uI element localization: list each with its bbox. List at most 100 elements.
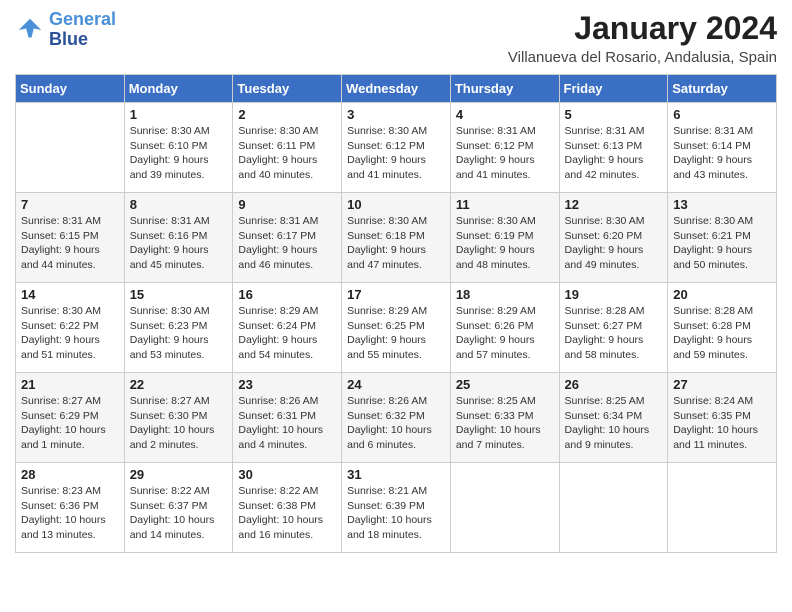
calendar-cell: 13 Sunrise: 8:30 AMSunset: 6:21 PMDayligh… (668, 193, 777, 283)
calendar-cell: 4 Sunrise: 8:31 AMSunset: 6:12 PMDaylight… (450, 103, 559, 193)
calendar-cell: 5 Sunrise: 8:31 AMSunset: 6:13 PMDaylight… (559, 103, 668, 193)
calendar-cell: 30 Sunrise: 8:22 AMSunset: 6:38 PMDayligh… (233, 463, 342, 553)
cell-info: Sunrise: 8:30 AMSunset: 6:22 PMDaylight:… (21, 304, 119, 363)
day-number: 26 (565, 377, 663, 392)
calendar-cell: 14 Sunrise: 8:30 AMSunset: 6:22 PMDayligh… (16, 283, 125, 373)
calendar-cell: 31 Sunrise: 8:21 AMSunset: 6:39 PMDayligh… (342, 463, 451, 553)
logo-icon (15, 15, 45, 45)
day-number: 9 (238, 197, 336, 212)
col-tuesday: Tuesday (233, 75, 342, 103)
day-number: 21 (21, 377, 119, 392)
calendar-cell: 8 Sunrise: 8:31 AMSunset: 6:16 PMDaylight… (124, 193, 233, 283)
day-number: 8 (130, 197, 228, 212)
calendar-cell: 24 Sunrise: 8:26 AMSunset: 6:32 PMDayligh… (342, 373, 451, 463)
cell-info: Sunrise: 8:31 AMSunset: 6:14 PMDaylight:… (673, 124, 771, 183)
day-number: 11 (456, 197, 554, 212)
cell-info: Sunrise: 8:30 AMSunset: 6:18 PMDaylight:… (347, 214, 445, 273)
calendar-cell: 15 Sunrise: 8:30 AMSunset: 6:23 PMDayligh… (124, 283, 233, 373)
title-block: January 2024 Villanueva del Rosario, And… (508, 10, 777, 66)
calendar-week-1: 1 Sunrise: 8:30 AMSunset: 6:10 PMDaylight… (16, 103, 777, 193)
day-number: 22 (130, 377, 228, 392)
day-number: 30 (238, 467, 336, 482)
logo: General Blue (15, 10, 116, 50)
day-number: 7 (21, 197, 119, 212)
calendar-cell: 6 Sunrise: 8:31 AMSunset: 6:14 PMDaylight… (668, 103, 777, 193)
cell-info: Sunrise: 8:25 AMSunset: 6:34 PMDaylight:… (565, 394, 663, 453)
day-number: 6 (673, 107, 771, 122)
day-number: 17 (347, 287, 445, 302)
cell-info: Sunrise: 8:29 AMSunset: 6:25 PMDaylight:… (347, 304, 445, 363)
col-friday: Friday (559, 75, 668, 103)
day-number: 25 (456, 377, 554, 392)
calendar-cell: 3 Sunrise: 8:30 AMSunset: 6:12 PMDaylight… (342, 103, 451, 193)
calendar-cell: 17 Sunrise: 8:29 AMSunset: 6:25 PMDayligh… (342, 283, 451, 373)
cell-info: Sunrise: 8:30 AMSunset: 6:23 PMDaylight:… (130, 304, 228, 363)
cell-info: Sunrise: 8:29 AMSunset: 6:24 PMDaylight:… (238, 304, 336, 363)
calendar-cell (559, 463, 668, 553)
calendar-cell: 26 Sunrise: 8:25 AMSunset: 6:34 PMDayligh… (559, 373, 668, 463)
cell-info: Sunrise: 8:30 AMSunset: 6:20 PMDaylight:… (565, 214, 663, 273)
calendar-cell: 9 Sunrise: 8:31 AMSunset: 6:17 PMDaylight… (233, 193, 342, 283)
cell-info: Sunrise: 8:26 AMSunset: 6:31 PMDaylight:… (238, 394, 336, 453)
day-number: 18 (456, 287, 554, 302)
day-number: 28 (21, 467, 119, 482)
cell-info: Sunrise: 8:31 AMSunset: 6:15 PMDaylight:… (21, 214, 119, 273)
day-number: 1 (130, 107, 228, 122)
day-number: 10 (347, 197, 445, 212)
cell-info: Sunrise: 8:31 AMSunset: 6:17 PMDaylight:… (238, 214, 336, 273)
cell-info: Sunrise: 8:28 AMSunset: 6:27 PMDaylight:… (565, 304, 663, 363)
cell-info: Sunrise: 8:22 AMSunset: 6:38 PMDaylight:… (238, 484, 336, 543)
day-number: 5 (565, 107, 663, 122)
cell-info: Sunrise: 8:31 AMSunset: 6:13 PMDaylight:… (565, 124, 663, 183)
day-number: 3 (347, 107, 445, 122)
day-number: 23 (238, 377, 336, 392)
calendar-cell: 2Sunrise: 8:30 AMSunset: 6:11 PMDaylight… (233, 103, 342, 193)
day-number: 19 (565, 287, 663, 302)
calendar-cell: 1 Sunrise: 8:30 AMSunset: 6:10 PMDaylight… (124, 103, 233, 193)
calendar-week-4: 21 Sunrise: 8:27 AMSunset: 6:29 PMDayligh… (16, 373, 777, 463)
calendar-table: Sunday Monday Tuesday Wednesday Thursday… (15, 74, 777, 553)
calendar-cell: 19 Sunrise: 8:28 AMSunset: 6:27 PMDayligh… (559, 283, 668, 373)
calendar-cell: 22Sunrise: 8:27 AMSunset: 6:30 PMDayligh… (124, 373, 233, 463)
cell-info: Sunrise: 8:27 AMSunset: 6:29 PMDaylight:… (21, 394, 119, 453)
cell-info: Sunrise: 8:21 AMSunset: 6:39 PMDaylight:… (347, 484, 445, 543)
col-saturday: Saturday (668, 75, 777, 103)
cell-info: Sunrise: 8:25 AMSunset: 6:33 PMDaylight:… (456, 394, 554, 453)
calendar-cell (668, 463, 777, 553)
cell-info: Sunrise: 8:31 AMSunset: 6:16 PMDaylight:… (130, 214, 228, 273)
col-wednesday: Wednesday (342, 75, 451, 103)
calendar-cell: 16Sunrise: 8:29 AMSunset: 6:24 PMDayligh… (233, 283, 342, 373)
day-number: 31 (347, 467, 445, 482)
calendar-week-5: 28Sunrise: 8:23 AMSunset: 6:36 PMDayligh… (16, 463, 777, 553)
calendar-cell (450, 463, 559, 553)
cell-info: Sunrise: 8:26 AMSunset: 6:32 PMDaylight:… (347, 394, 445, 453)
page-header: General Blue January 2024 Villanueva del… (15, 10, 777, 66)
header-row: Sunday Monday Tuesday Wednesday Thursday… (16, 75, 777, 103)
location-subtitle: Villanueva del Rosario, Andalusia, Spain (508, 49, 777, 66)
calendar-cell: 28Sunrise: 8:23 AMSunset: 6:36 PMDayligh… (16, 463, 125, 553)
cell-info: Sunrise: 8:30 AMSunset: 6:19 PMDaylight:… (456, 214, 554, 273)
day-number: 14 (21, 287, 119, 302)
cell-info: Sunrise: 8:30 AMSunset: 6:11 PMDaylight:… (238, 124, 336, 183)
cell-info: Sunrise: 8:30 AMSunset: 6:12 PMDaylight:… (347, 124, 445, 183)
cell-info: Sunrise: 8:28 AMSunset: 6:28 PMDaylight:… (673, 304, 771, 363)
cell-info: Sunrise: 8:22 AMSunset: 6:37 PMDaylight:… (130, 484, 228, 543)
cell-info: Sunrise: 8:30 AMSunset: 6:10 PMDaylight:… (130, 124, 228, 183)
day-number: 27 (673, 377, 771, 392)
day-number: 29 (130, 467, 228, 482)
calendar-week-3: 14 Sunrise: 8:30 AMSunset: 6:22 PMDayligh… (16, 283, 777, 373)
day-number: 20 (673, 287, 771, 302)
day-number: 4 (456, 107, 554, 122)
calendar-cell (16, 103, 125, 193)
cell-info: Sunrise: 8:24 AMSunset: 6:35 PMDaylight:… (673, 394, 771, 453)
calendar-cell: 10 Sunrise: 8:30 AMSunset: 6:18 PMDayligh… (342, 193, 451, 283)
calendar-cell: 20 Sunrise: 8:28 AMSunset: 6:28 PMDayligh… (668, 283, 777, 373)
cell-info: Sunrise: 8:29 AMSunset: 6:26 PMDaylight:… (456, 304, 554, 363)
cell-info: Sunrise: 8:30 AMSunset: 6:21 PMDaylight:… (673, 214, 771, 273)
calendar-cell: 11 Sunrise: 8:30 AMSunset: 6:19 PMDayligh… (450, 193, 559, 283)
day-number: 15 (130, 287, 228, 302)
calendar-cell: 29 Sunrise: 8:22 AMSunset: 6:37 PMDayligh… (124, 463, 233, 553)
day-number: 24 (347, 377, 445, 392)
cell-info: Sunrise: 8:31 AMSunset: 6:12 PMDaylight:… (456, 124, 554, 183)
day-number: 13 (673, 197, 771, 212)
